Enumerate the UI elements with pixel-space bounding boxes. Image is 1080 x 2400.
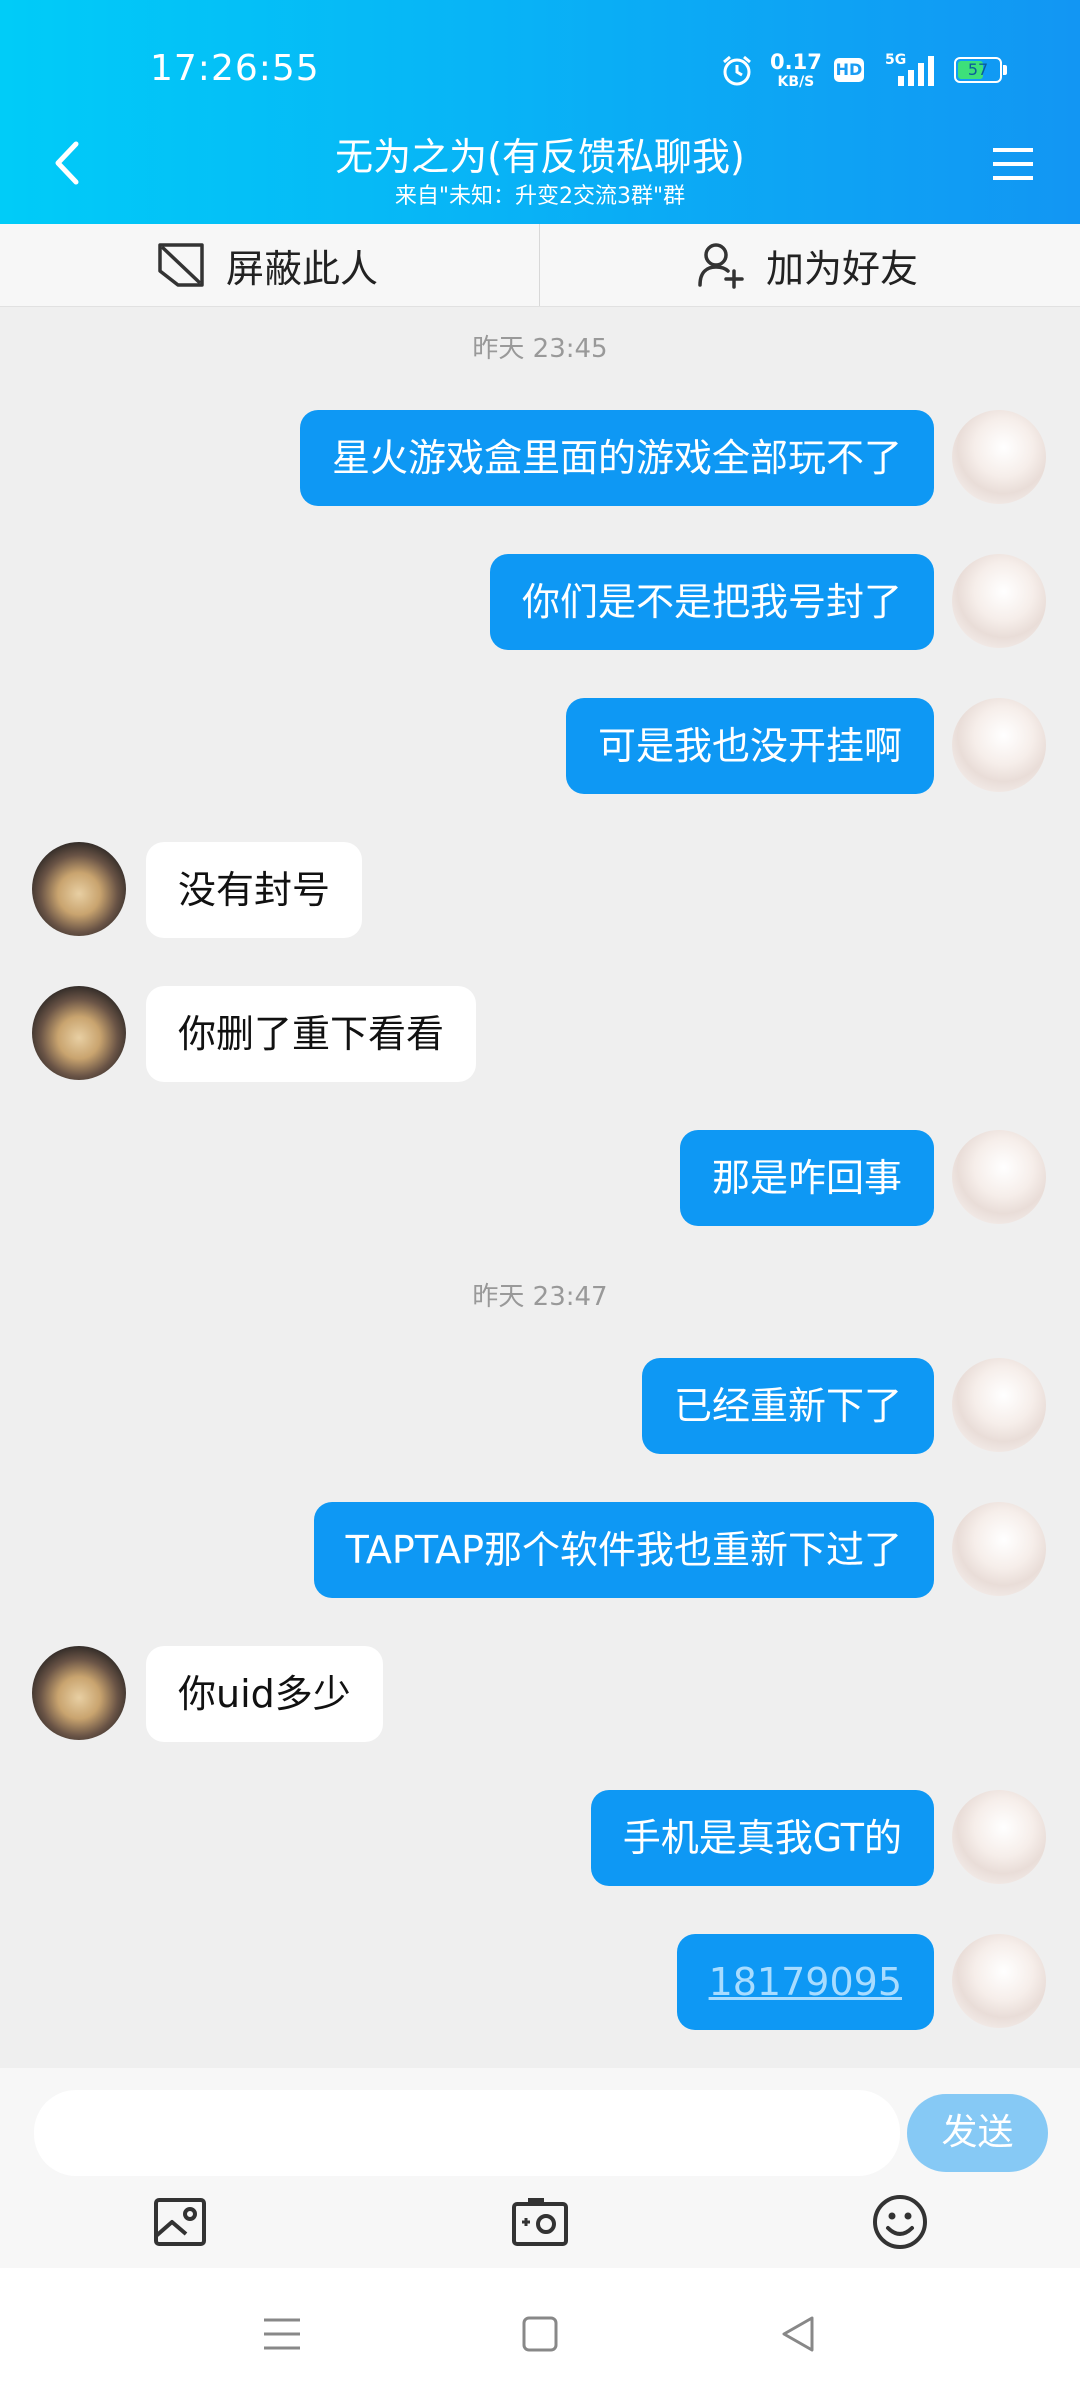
- my-avatar[interactable]: [952, 1502, 1046, 1596]
- speed-unit: KB/S: [777, 74, 815, 90]
- sent-message[interactable]: 已经重新下了: [641, 1358, 934, 1454]
- network-speed: 0.17 KB/S: [770, 52, 822, 92]
- message-timestamp: 昨天 23:45: [472, 334, 608, 364]
- block-icon: [158, 243, 204, 287]
- chat-header: 17:26:55 0.17 KB/S HD 5G 57 无为之为(有反馈私聊我)…: [0, 0, 1080, 224]
- send-button[interactable]: 发送: [907, 2094, 1048, 2172]
- menu-icon[interactable]: [993, 146, 1033, 182]
- my-avatar[interactable]: [952, 410, 1046, 504]
- my-avatar[interactable]: [952, 698, 1046, 792]
- home-icon[interactable]: [518, 2312, 562, 2356]
- signal-icon: [898, 56, 934, 86]
- battery-level: 57: [967, 60, 989, 79]
- composer: 发送: [0, 2068, 1080, 2268]
- contact-avatar[interactable]: [32, 1646, 126, 1740]
- my-avatar[interactable]: [952, 1358, 1046, 1452]
- received-message[interactable]: 你删了重下看看: [146, 986, 477, 1082]
- sent-message[interactable]: 你们是不是把我号封了: [489, 554, 934, 650]
- speed-value: 0.17: [770, 50, 822, 74]
- contact-action-bar: 屏蔽此人 加为好友: [0, 224, 1080, 307]
- received-message[interactable]: 你uid多少: [146, 1646, 383, 1742]
- hd-badge: HD: [834, 58, 864, 82]
- message-timestamp: 昨天 23:47: [472, 1282, 608, 1312]
- add-friend-button[interactable]: 加为好友: [696, 224, 918, 306]
- sent-message[interactable]: 可是我也没开挂啊: [565, 698, 934, 794]
- sent-message[interactable]: 星火游戏盒里面的游戏全部玩不了: [299, 410, 934, 506]
- add-friend-icon: [698, 243, 744, 289]
- uid-link[interactable]: 18179095: [709, 1960, 902, 2004]
- contact-avatar[interactable]: [32, 986, 126, 1080]
- chat-subtitle: 来自"未知：升变2交流3群"群: [394, 184, 686, 209]
- sent-message[interactable]: 那是咋回事: [679, 1130, 934, 1226]
- message-input[interactable]: [34, 2090, 900, 2176]
- chat-title: 无为之为(有反馈私聊我): [335, 135, 745, 179]
- my-avatar[interactable]: [952, 1790, 1046, 1884]
- my-avatar[interactable]: [952, 1130, 1046, 1224]
- sent-message[interactable]: 手机是真我GT的: [590, 1790, 934, 1886]
- battery-indicator: 57: [954, 57, 1007, 83]
- contact-avatar[interactable]: [32, 842, 126, 936]
- alarm-icon: [723, 55, 751, 86]
- emoji-icon[interactable]: [870, 2192, 930, 2252]
- status-time: 17:26:55: [150, 48, 320, 89]
- sent-message[interactable]: TAPTAP那个软件我也重新下过了: [313, 1502, 934, 1598]
- action-divider: [539, 224, 540, 306]
- my-avatar[interactable]: [952, 554, 1046, 648]
- image-icon[interactable]: [150, 2192, 210, 2252]
- camera-icon[interactable]: [510, 2192, 570, 2252]
- sent-message-link[interactable]: 18179095: [676, 1934, 934, 2030]
- status-bar: 17:26:55 0.17 KB/S HD 5G 57: [0, 0, 1080, 130]
- back-icon[interactable]: [776, 2312, 820, 2356]
- received-message[interactable]: 没有封号: [146, 842, 363, 938]
- system-nav-bar: [0, 2268, 1080, 2400]
- my-avatar[interactable]: [952, 1934, 1046, 2028]
- block-user-label: 屏蔽此人: [226, 246, 379, 291]
- block-user-button[interactable]: 屏蔽此人: [156, 224, 378, 306]
- recents-icon[interactable]: [260, 2312, 304, 2356]
- add-friend-label: 加为好友: [766, 246, 919, 291]
